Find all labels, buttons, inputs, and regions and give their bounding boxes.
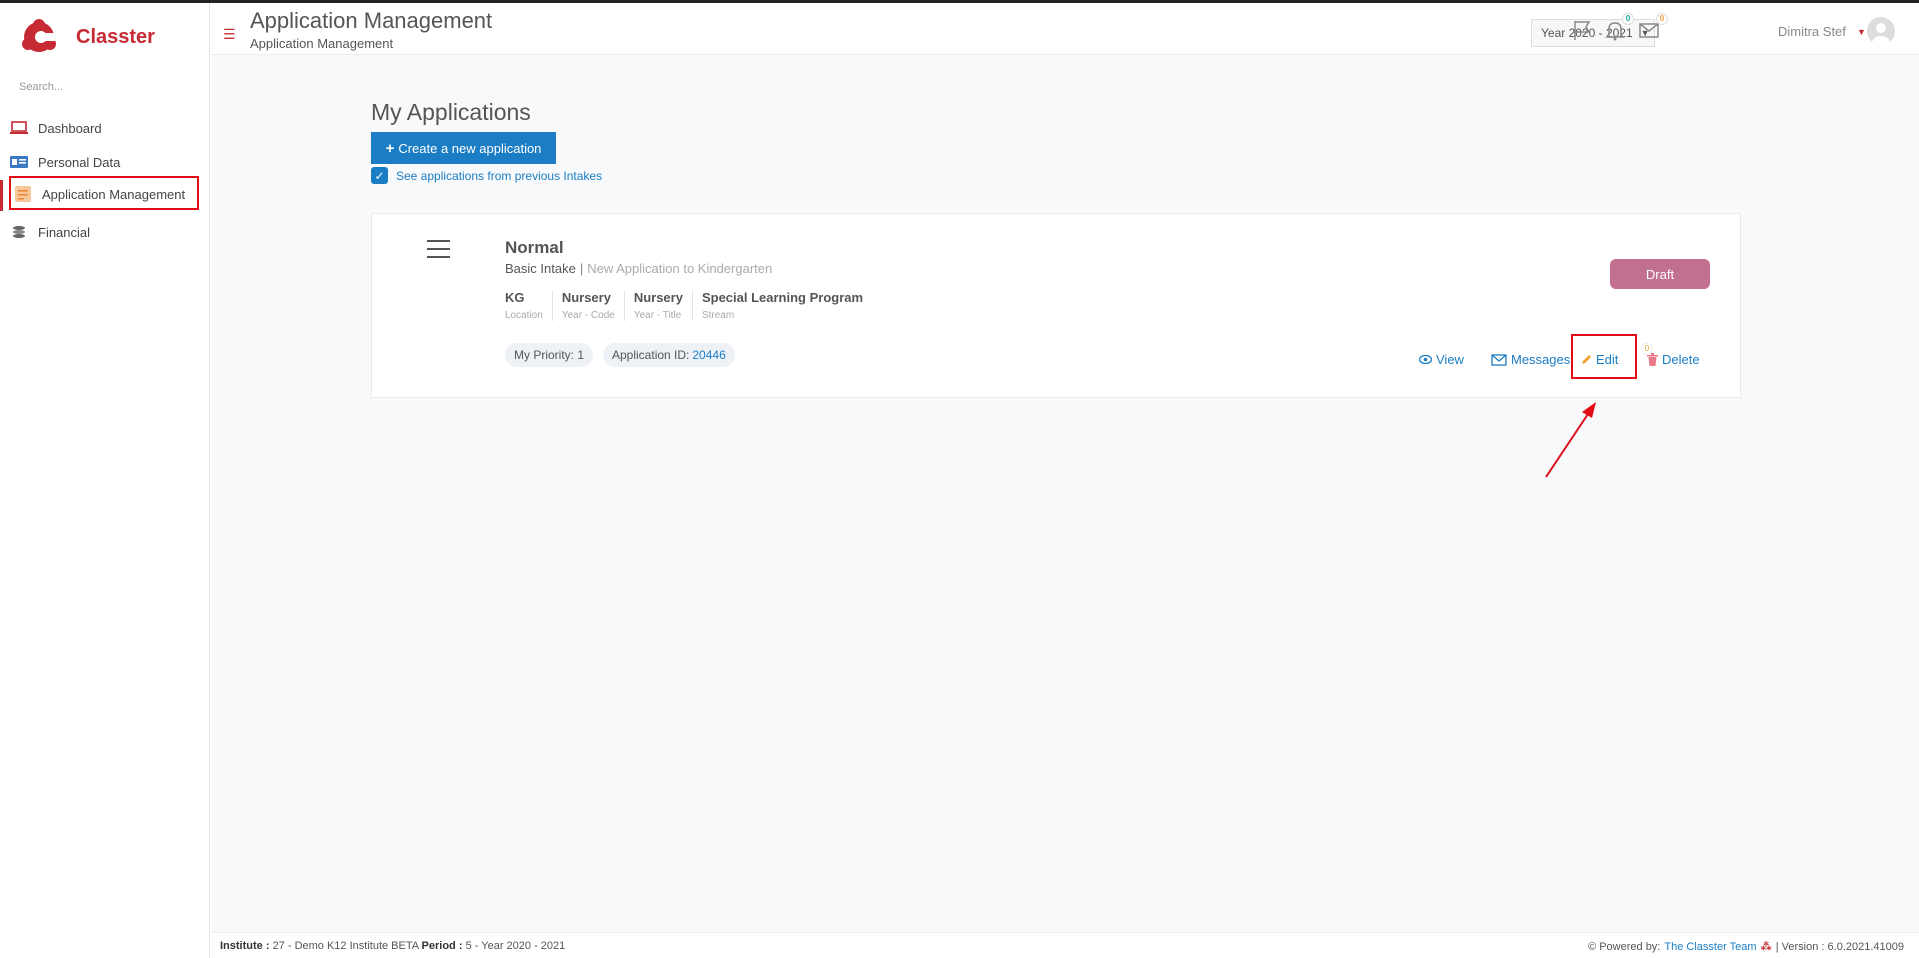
attribute-value: Nursery bbox=[633, 290, 683, 305]
attribute-value: KG bbox=[505, 290, 525, 305]
application-attributes: KG Location Nursery Year - Code Nursery … bbox=[505, 290, 872, 321]
sidebar-item-label: Financial bbox=[38, 224, 91, 240]
messages-badge: 0 bbox=[1656, 13, 1668, 25]
institute-label: Institute : bbox=[220, 940, 270, 952]
trash-icon bbox=[1647, 353, 1658, 366]
envelope-icon bbox=[1491, 353, 1507, 366]
section-heading: My Applications bbox=[371, 99, 531, 125]
highlight-box-sidebar bbox=[9, 176, 199, 210]
id-card-icon bbox=[8, 153, 30, 171]
status-badge: Draft bbox=[1610, 259, 1710, 289]
coins-icon bbox=[8, 223, 30, 241]
messages-button[interactable]: Messages bbox=[1491, 352, 1570, 367]
brand-logo[interactable]: Classter bbox=[18, 15, 155, 59]
copyright-icon: © bbox=[1588, 940, 1597, 953]
top-header: ☰ Application Management Application Man… bbox=[211, 3, 1919, 55]
sidebar: Classter Search... Dashboard Personal Da… bbox=[0, 3, 210, 958]
highlight-box-edit bbox=[1571, 334, 1637, 379]
classter-small-logo-icon: ⁂ bbox=[1760, 941, 1772, 953]
checkbox-checked-icon[interactable]: ✓ bbox=[371, 167, 388, 184]
attribute-year-code: Nursery Year - Code bbox=[551, 290, 624, 321]
footer: Institute : 27 - Demo K12 Institute BETA… bbox=[211, 932, 1919, 958]
version-label: | Version : 6.0.2021.41009 bbox=[1775, 940, 1904, 953]
application-description: New Application to Kindergarten bbox=[587, 261, 773, 276]
application-id-label: Application ID: bbox=[612, 348, 690, 362]
priority-pill: My Priority: 1 bbox=[505, 343, 594, 367]
envelope-icon[interactable]: 0 bbox=[1638, 13, 1668, 43]
sidebar-item-label: Personal Data bbox=[38, 154, 121, 170]
view-button[interactable]: View bbox=[1419, 352, 1464, 367]
plus-icon: + bbox=[385, 139, 395, 157]
user-name[interactable]: Dimitra Stef bbox=[1778, 24, 1846, 39]
institute-value: 27 - Demo K12 Institute BETA bbox=[272, 940, 419, 952]
application-card: Normal Basic Intake | New Application to K… bbox=[371, 213, 1741, 398]
sidebar-item-dashboard[interactable]: Dashboard bbox=[0, 114, 210, 142]
application-title: Normal bbox=[505, 238, 564, 257]
user-caret-icon[interactable]: ▼ bbox=[1857, 27, 1866, 37]
attribute-value: Special Learning Program bbox=[701, 290, 864, 305]
attribute-stream: Special Learning Program Stream bbox=[691, 290, 872, 321]
eye-icon bbox=[1419, 355, 1432, 364]
create-application-button[interactable]: + Create a new application bbox=[371, 132, 556, 164]
page-title: Application Management bbox=[250, 8, 493, 33]
delete-label: Delete bbox=[1662, 352, 1700, 367]
attribute-label: Stream bbox=[701, 310, 735, 321]
sidebar-item-personal-data[interactable]: Personal Data bbox=[0, 148, 210, 176]
application-id-link[interactable]: 20446 bbox=[692, 348, 725, 362]
attribute-label: Location bbox=[505, 310, 543, 321]
flag-icon[interactable] bbox=[1571, 19, 1595, 43]
notifications-badge: 0 bbox=[1622, 13, 1634, 25]
messages-label: Messages bbox=[1511, 352, 1571, 367]
avatar[interactable] bbox=[1867, 17, 1895, 45]
view-label: View bbox=[1436, 352, 1464, 367]
attribute-label: Year - Title bbox=[633, 310, 682, 321]
classter-team-link[interactable]: The Classter Team bbox=[1664, 941, 1756, 953]
attribute-year-title: Nursery Year - Title bbox=[623, 290, 692, 321]
create-application-label: Create a new application bbox=[398, 140, 542, 156]
footer-institute-info: Institute : 27 - Demo K12 Institute BETA… bbox=[220, 940, 565, 952]
period-label: Period : bbox=[421, 940, 463, 952]
menu-toggle-icon[interactable]: ☰ bbox=[223, 27, 236, 41]
delete-button[interactable]: Delete bbox=[1647, 352, 1700, 367]
hamburger-menu-icon[interactable] bbox=[427, 240, 450, 264]
powered-by-label: Powered by: bbox=[1599, 940, 1661, 953]
bell-icon[interactable]: 0 bbox=[1604, 13, 1634, 43]
sidebar-search-input[interactable]: Search... bbox=[19, 81, 63, 93]
classter-logo-icon bbox=[22, 19, 56, 52]
brand-name: Classter bbox=[76, 25, 155, 48]
attribute-value: Nursery bbox=[561, 290, 611, 305]
breadcrumb: Application Management bbox=[250, 36, 394, 51]
sidebar-item-financial[interactable]: Financial bbox=[0, 218, 210, 246]
previous-intakes-toggle[interactable]: ✓ See applications from previous Intakes bbox=[371, 167, 602, 184]
main-content: My Applications + Create a new applicati… bbox=[211, 55, 1919, 932]
period-value: 5 - Year 2020 - 2021 bbox=[465, 940, 566, 952]
intake-name: Basic Intake bbox=[505, 261, 576, 276]
attribute-label: Year - Code bbox=[561, 310, 615, 321]
laptop-icon bbox=[8, 119, 30, 137]
application-intake: Basic Intake | New Application to Kinderga… bbox=[505, 261, 773, 276]
application-id-pill: Application ID: 20446 bbox=[603, 343, 735, 367]
sidebar-item-label: Dashboard bbox=[38, 120, 102, 136]
previous-intakes-label[interactable]: See applications from previous Intakes bbox=[396, 169, 602, 183]
footer-credits: © Powered by: The Classter Team ⁂ | Vers… bbox=[1588, 940, 1904, 954]
attribute-location: KG Location bbox=[505, 290, 552, 321]
